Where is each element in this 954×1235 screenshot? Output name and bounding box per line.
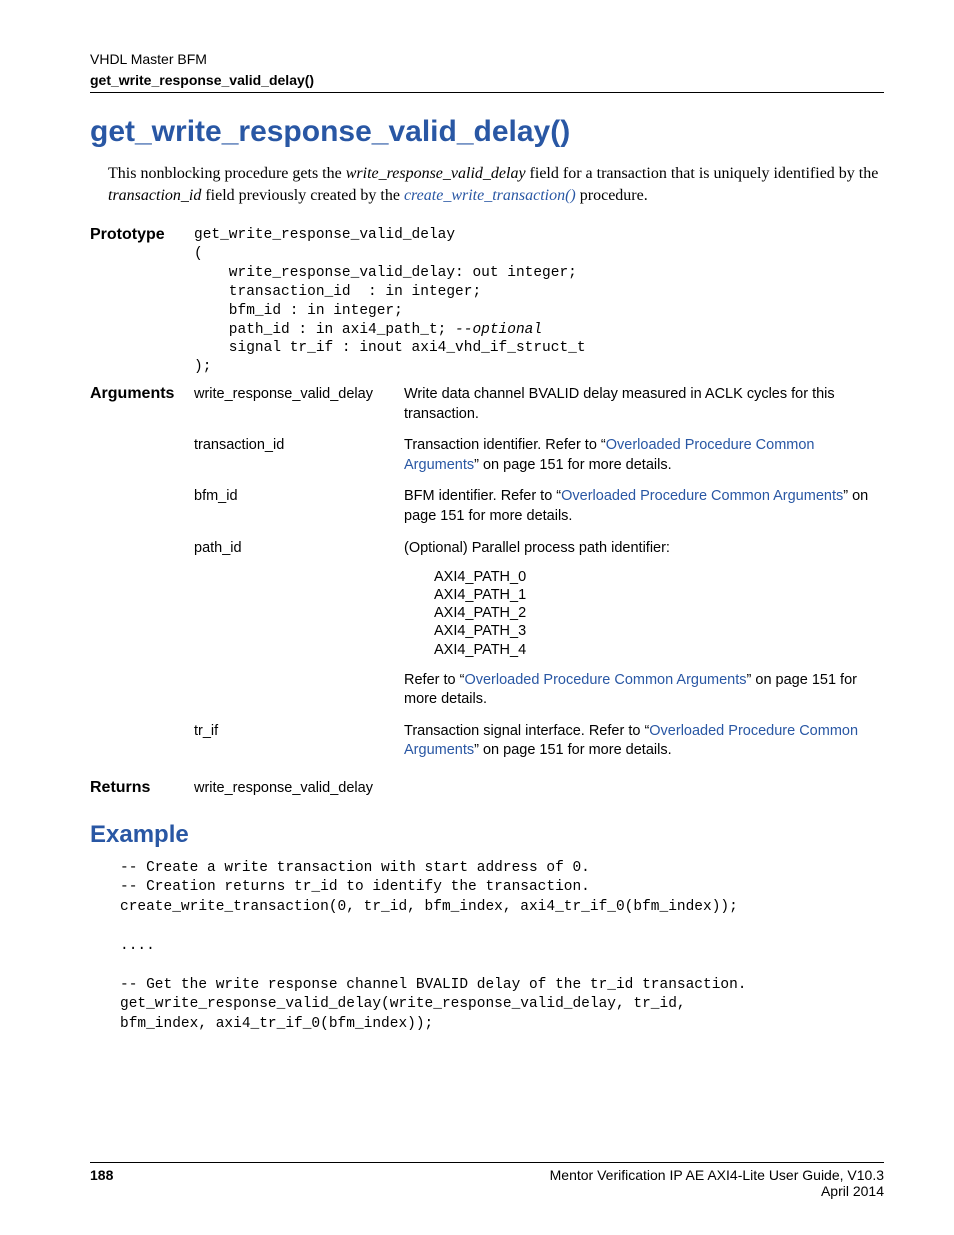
path-id-option: AXI4_PATH_3	[434, 622, 884, 640]
prototype-code: get_write_response_valid_delay ( write_r…	[194, 226, 884, 377]
link-overloaded-procedure-common-arguments[interactable]: Overloaded Procedure Common Arguments	[464, 672, 746, 688]
intro-text: field previously created by the	[201, 187, 404, 204]
footer-page-number: 188	[90, 1167, 113, 1183]
header-topic: get_write_response_valid_delay()	[90, 72, 884, 88]
argument-name: tr_if	[194, 722, 404, 742]
path-id-list: AXI4_PATH_0 AXI4_PATH_1 AXI4_PATH_2 AXI4…	[434, 568, 884, 659]
argument-desc: Transaction identifier. Refer to “Overlo…	[404, 436, 884, 475]
prototype-label: Prototype	[90, 226, 194, 244]
arguments-label: Arguments	[90, 385, 194, 403]
example-code: -- Create a write transaction with start…	[120, 859, 884, 1035]
argument-desc: Transaction signal interface. Refer to “…	[404, 722, 884, 761]
argument-name: write_response_valid_delay	[194, 385, 404, 405]
intro-paragraph: This nonblocking procedure gets the writ…	[108, 163, 884, 206]
header-rule	[90, 92, 884, 93]
intro-text: field for a transaction that is uniquely…	[526, 165, 879, 182]
intro-field1: write_response_valid_delay	[346, 165, 526, 182]
path-id-option: AXI4_PATH_2	[434, 604, 884, 622]
argument-desc: BFM identifier. Refer to “Overloaded Pro…	[404, 487, 884, 526]
page-footer: 188 Mentor Verification IP AE AXI4-Lite …	[90, 1162, 884, 1199]
path-id-option: AXI4_PATH_4	[434, 641, 884, 659]
argument-row: bfm_id BFM identifier. Refer to “Overloa…	[194, 487, 884, 526]
footer-book-title: Mentor Verification IP AE AXI4-Lite User…	[550, 1167, 884, 1183]
intro-text: procedure.	[576, 187, 648, 204]
argument-row: transaction_id Transaction identifier. R…	[194, 436, 884, 475]
path-id-option: AXI4_PATH_0	[434, 568, 884, 586]
argument-name: path_id	[194, 539, 404, 559]
header-category: VHDL Master BFM	[90, 50, 884, 68]
path-id-option: AXI4_PATH_1	[434, 586, 884, 604]
intro-link-create-write-transaction[interactable]: create_write_transaction()	[404, 187, 576, 204]
link-overloaded-procedure-common-arguments[interactable]: Overloaded Procedure Common Arguments	[561, 488, 843, 504]
returns-value: write_response_valid_delay	[194, 780, 373, 796]
returns-label: Returns	[90, 779, 194, 797]
example-heading: Example	[90, 821, 884, 849]
intro-text: This nonblocking procedure gets the	[108, 165, 346, 182]
argument-row: tr_if Transaction signal interface. Refe…	[194, 722, 884, 761]
intro-field2: transaction_id	[108, 187, 201, 204]
footer-date: April 2014	[90, 1183, 884, 1199]
page-title: get_write_response_valid_delay()	[90, 115, 884, 149]
argument-desc: Write data channel BVALID delay measured…	[404, 385, 884, 424]
argument-row: write_response_valid_delay Write data ch…	[194, 385, 884, 424]
argument-name: bfm_id	[194, 487, 404, 507]
argument-row: path_id (Optional) Parallel process path…	[194, 539, 884, 710]
argument-desc: (Optional) Parallel process path identif…	[404, 539, 884, 710]
argument-name: transaction_id	[194, 436, 404, 456]
